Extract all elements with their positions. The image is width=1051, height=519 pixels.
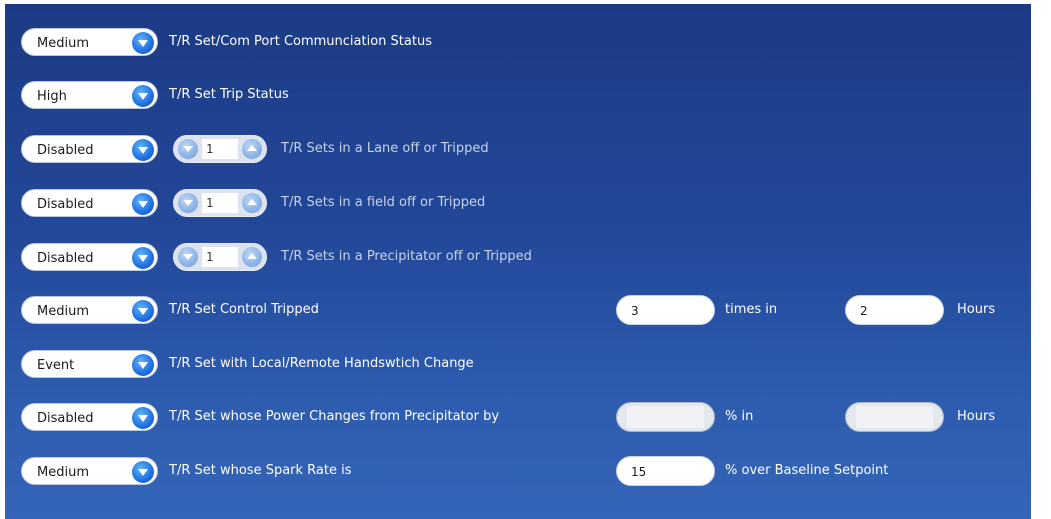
count-stepper[interactable]: 1 (173, 243, 267, 271)
priority-dropdown-value: Medium (37, 36, 89, 51)
times-in-label: times in (725, 302, 778, 317)
spark-rate-value: 15 (631, 465, 647, 479)
alarm-row-label: T/R Set/Com Port Communciation Status (169, 34, 432, 49)
chevron-down-icon[interactable] (132, 85, 154, 107)
alarm-row-handswitch-change: Event T/R Set with Local/Remote Handswti… (5, 348, 1031, 378)
count-stepper-value[interactable]: 1 (202, 139, 238, 159)
priority-dropdown[interactable]: High (21, 81, 158, 109)
priority-dropdown-value: Medium (37, 465, 89, 480)
alarm-row-precipitator-tripped: Disabled 1 T/R Sets in a Precipitator of… (5, 241, 1031, 271)
hours-label: Hours (957, 409, 996, 424)
alarm-row-label: T/R Sets in a field off or Tripped (281, 195, 486, 210)
increment-icon[interactable] (242, 247, 262, 267)
alarm-row-label: T/R Set Trip Status (169, 87, 289, 102)
priority-dropdown-value: Disabled (37, 251, 94, 266)
power-change-percent-input[interactable] (616, 402, 715, 432)
priority-dropdown-value: Disabled (37, 143, 94, 158)
count-stepper-value[interactable]: 1 (202, 193, 238, 213)
alarm-row-trip-status: High T/R Set Trip Status (5, 79, 1031, 109)
priority-dropdown[interactable]: Medium (21, 28, 158, 56)
alarm-row-com-port-status: Medium T/R Set/Com Port Communciation St… (5, 26, 1031, 56)
chevron-down-icon[interactable] (132, 407, 154, 429)
alarm-row-label: T/R Set whose Spark Rate is (169, 463, 352, 478)
chevron-down-icon[interactable] (132, 32, 154, 54)
priority-dropdown[interactable]: Disabled (21, 403, 158, 431)
alarm-row-power-change: Disabled T/R Set whose Power Changes fro… (5, 401, 1031, 432)
baseline-setpoint-label: % over Baseline Setpoint (725, 463, 889, 478)
chevron-down-icon[interactable] (132, 247, 154, 269)
percent-in-label: % in (725, 409, 754, 424)
trip-count-value: 3 (631, 304, 639, 318)
alarm-row-lane-tripped: Disabled 1 T/R Sets in a Lane off or Tri… (5, 133, 1031, 163)
alarm-row-control-tripped: Medium T/R Set Control Tripped 3 times i… (5, 294, 1031, 325)
chevron-down-icon[interactable] (132, 461, 154, 483)
priority-dropdown[interactable]: Medium (21, 296, 158, 324)
chevron-down-icon[interactable] (132, 139, 154, 161)
priority-dropdown-value: Disabled (37, 197, 94, 212)
increment-icon[interactable] (242, 139, 262, 159)
chevron-down-icon[interactable] (132, 300, 154, 322)
priority-dropdown-value: Event (37, 358, 75, 373)
hours-label: Hours (957, 302, 996, 317)
priority-dropdown[interactable]: Disabled (21, 243, 158, 271)
alarm-row-label: T/R Sets in a Lane off or Tripped (281, 141, 489, 156)
count-stepper[interactable]: 1 (173, 135, 267, 163)
spark-rate-input[interactable]: 15 (616, 456, 715, 486)
alarm-row-field-tripped: Disabled 1 T/R Sets in a field off or Tr… (5, 187, 1031, 217)
hours-input[interactable]: 2 (845, 295, 944, 325)
priority-dropdown[interactable]: Disabled (21, 135, 158, 163)
priority-dropdown-value: Disabled (37, 411, 94, 426)
alarm-row-label: T/R Sets in a Precipitator off or Trippe… (281, 249, 532, 264)
hours-input[interactable] (845, 402, 944, 432)
decrement-icon[interactable] (178, 139, 198, 159)
alarm-row-label: T/R Set with Local/Remote Handswtich Cha… (169, 356, 474, 371)
priority-dropdown-value: High (37, 89, 67, 104)
priority-dropdown[interactable]: Medium (21, 457, 158, 485)
trip-count-input[interactable]: 3 (616, 295, 715, 325)
alarm-row-label: T/R Set whose Power Changes from Precipi… (169, 409, 500, 424)
hours-value: 2 (860, 304, 868, 318)
decrement-icon[interactable] (178, 247, 198, 267)
alarm-row-label: T/R Set Control Tripped (169, 302, 319, 317)
count-stepper-value[interactable]: 1 (202, 247, 238, 267)
decrement-icon[interactable] (178, 193, 198, 213)
alarm-row-spark-rate: Medium T/R Set whose Spark Rate is 15 % … (5, 455, 1031, 486)
alarm-settings-panel: Medium T/R Set/Com Port Communciation St… (5, 4, 1031, 519)
priority-dropdown[interactable]: Disabled (21, 189, 158, 217)
count-stepper[interactable]: 1 (173, 189, 267, 217)
chevron-down-icon[interactable] (132, 193, 154, 215)
priority-dropdown-value: Medium (37, 304, 89, 319)
priority-dropdown[interactable]: Event (21, 350, 158, 378)
increment-icon[interactable] (242, 193, 262, 213)
chevron-down-icon[interactable] (132, 354, 154, 376)
